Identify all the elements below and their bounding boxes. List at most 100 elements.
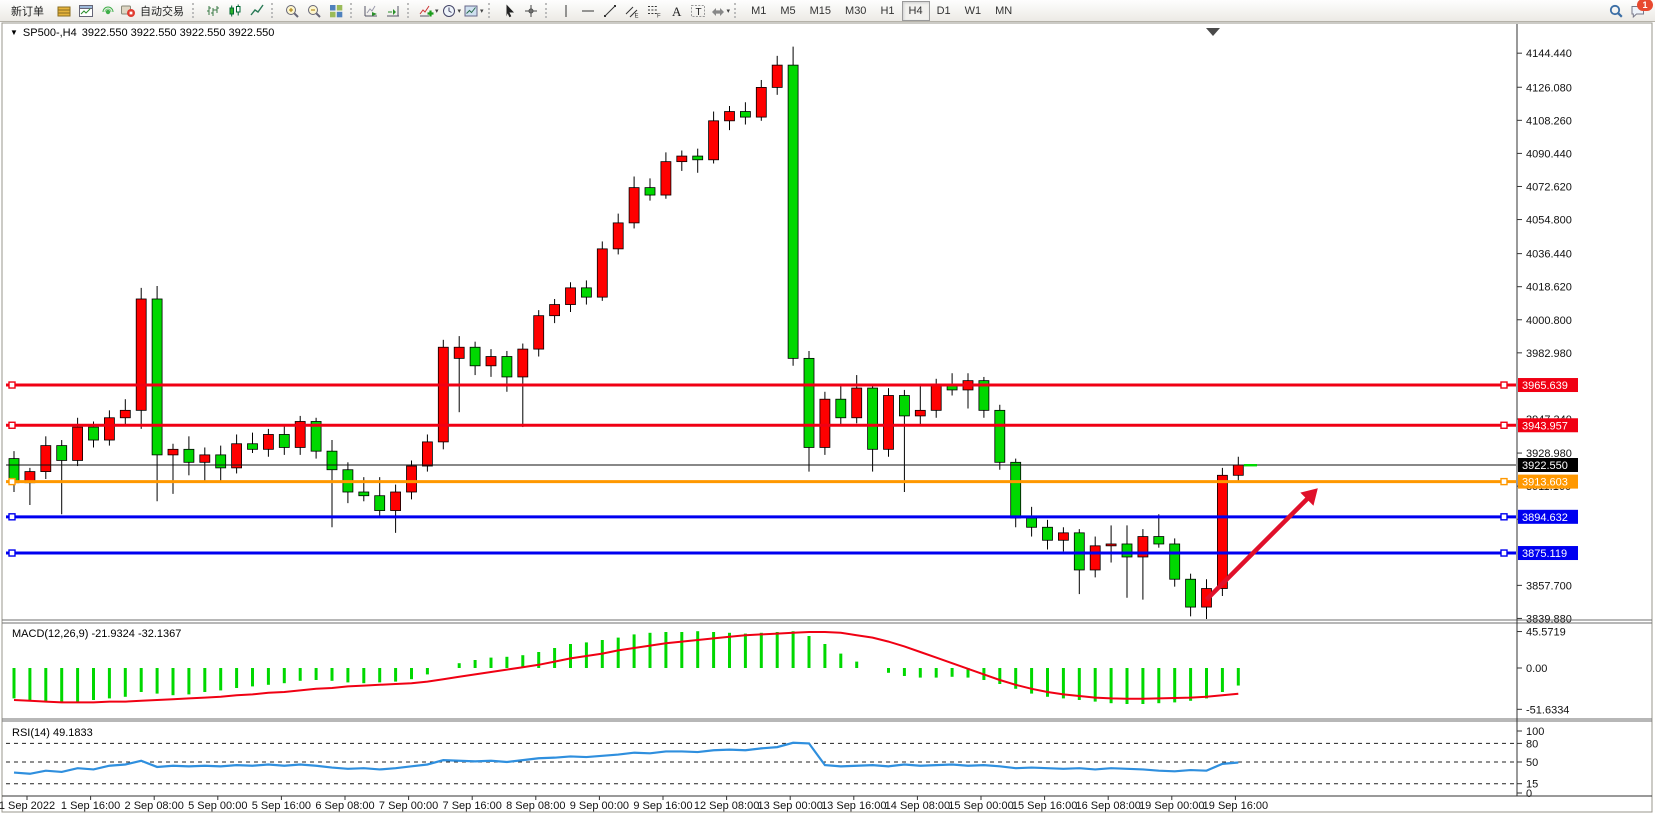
timeframe-button-m30[interactable]: M30 (838, 1, 873, 21)
search-icon[interactable] (1605, 1, 1627, 21)
timeframe-button-mn[interactable]: MN (988, 1, 1019, 21)
templates-icon (463, 3, 479, 19)
time-tick-label: 9 Sep 16:00 (633, 800, 692, 812)
zoom-out-icon[interactable] (303, 1, 325, 21)
text-label-icon[interactable]: T (687, 1, 709, 21)
toolbar-separator (545, 3, 552, 18)
periods-clock-icon[interactable]: ▾ (440, 1, 463, 21)
timeframe-button-h1[interactable]: H1 (873, 1, 901, 21)
price-tick-label: 4000.800 (1526, 315, 1572, 327)
current-tick-marker (1244, 464, 1257, 466)
rsi-scale-label: 80 (1526, 738, 1538, 750)
equidistant-channel-icon[interactable]: E (621, 1, 643, 21)
chart-shift-icon[interactable] (382, 1, 404, 21)
text-icon[interactable]: A (665, 1, 687, 21)
svg-text:A: A (672, 4, 682, 19)
signal-icon[interactable] (97, 1, 119, 21)
toolbar-separator (407, 3, 414, 18)
zoom-in-icon (284, 3, 300, 19)
auto-scroll-icon[interactable] (360, 1, 382, 21)
tile-windows-icon (328, 3, 344, 19)
timeframe-button-m1[interactable]: M1 (744, 1, 773, 21)
indicators-icon (418, 3, 434, 19)
candlestick-chart-icon[interactable] (224, 1, 246, 21)
chevron-down-icon[interactable]: ▾ (435, 7, 439, 15)
bar-chart-icon[interactable] (202, 1, 224, 21)
chart-canvas[interactable]: 4144.4404126.0804108.2604090.4404072.620… (0, 0, 1655, 822)
text-icon: A (668, 3, 684, 19)
resistance-line-2-handle[interactable] (1501, 422, 1507, 428)
cursor-icon[interactable] (498, 1, 520, 21)
indicators-icon[interactable]: ▾ (417, 1, 440, 21)
cursor-icon (501, 3, 517, 19)
support-line-1-handle[interactable] (1501, 514, 1507, 520)
chart-title: ▼ SP500-,H4 3922.550 3922.550 3922.550 3… (10, 27, 274, 39)
macd-scale-label: -51.6334 (1526, 704, 1569, 716)
ohlc-quote-label: 3922.550 3922.550 3922.550 3922.550 (82, 27, 275, 39)
arrows-icon[interactable]: ▾ (709, 1, 732, 21)
price-tick-label: 3839.880 (1526, 613, 1572, 625)
chevron-down-icon[interactable]: ▾ (458, 7, 462, 15)
timeframe-button-m5[interactable]: M5 (773, 1, 802, 21)
crosshair-icon[interactable] (520, 1, 542, 21)
horizontal-line-icon[interactable] (577, 1, 599, 21)
pivot-line-handle[interactable] (1501, 479, 1507, 485)
time-tick-label: 9 Sep 00:00 (570, 800, 629, 812)
trendline-icon[interactable] (599, 1, 621, 21)
resistance-line-1-handle[interactable] (1501, 382, 1507, 388)
signal-icon (100, 3, 116, 19)
support-line-2-handle[interactable] (1501, 550, 1507, 556)
resistance-line-1-price-tag-label: 3965.639 (1522, 380, 1568, 392)
timeframe-button-h4[interactable]: H4 (902, 1, 930, 21)
time-tick-label: 1 Sep 2022 (0, 800, 55, 812)
pivot-line-price-tag-label: 3913.603 (1522, 477, 1568, 489)
zoom-in-icon[interactable] (281, 1, 303, 21)
line-chart-icon[interactable] (246, 1, 268, 21)
fibonacci-icon[interactable]: F (643, 1, 665, 21)
notification-badge: 1 (1637, 0, 1653, 11)
resistance-line-1-handle[interactable] (9, 382, 15, 388)
price-tick-label: 3857.700 (1526, 580, 1572, 592)
price-tick-label: 4054.800 (1526, 215, 1572, 227)
vertical-line-icon[interactable] (555, 1, 577, 21)
bar-chart-icon (205, 3, 221, 19)
trendline-icon (602, 3, 618, 19)
time-tick-label: 13 Sep 16:00 (821, 800, 886, 812)
toolbar-separator (192, 3, 199, 18)
macd-scale-label: 45.5719 (1526, 627, 1566, 639)
rsi-scale-label: 100 (1526, 726, 1544, 738)
chevron-down-icon[interactable]: ▾ (480, 7, 484, 15)
mt4-application-window: { "toolbar": { "groups": [ [ {"n":"new-o… (0, 0, 1655, 822)
resistance-line-2-handle[interactable] (9, 422, 15, 428)
pivot-line-handle[interactable] (9, 479, 15, 485)
timeframe-button-m15[interactable]: M15 (803, 1, 838, 21)
svg-text:T: T (695, 7, 701, 18)
new-chart-icon[interactable] (75, 1, 97, 21)
autotrading-button (120, 3, 136, 19)
chart-shift-icon (385, 3, 401, 19)
macd-scale-label: 0.00 (1526, 663, 1547, 675)
time-tick-label: 1 Sep 16:00 (61, 800, 120, 812)
tile-windows-icon[interactable] (325, 1, 347, 21)
templates-icon[interactable]: ▾ (462, 1, 485, 21)
time-tick-label: 8 Sep 08:00 (506, 800, 565, 812)
time-tick-label: 7 Sep 00:00 (379, 800, 438, 812)
price-tick-label: 4090.440 (1526, 148, 1572, 160)
time-tick-label: 5 Sep 16:00 (252, 800, 311, 812)
line-chart-icon (249, 3, 265, 19)
support-line-2-handle[interactable] (9, 550, 15, 556)
time-tick-label: 15 Sep 16:00 (1012, 800, 1077, 812)
autotrading-button[interactable]: 自动交易 (119, 1, 189, 21)
chevron-down-icon[interactable]: ▾ (727, 7, 731, 15)
price-tick-label: 3982.980 (1526, 348, 1572, 360)
time-tick-label: 14 Sep 08:00 (885, 800, 950, 812)
timeframe-button-w1[interactable]: W1 (958, 1, 989, 21)
community-chat-icon[interactable]: 1 (1627, 1, 1649, 21)
symbol-dropdown-icon[interactable]: ▼ (10, 29, 18, 37)
gold-bars-icon[interactable] (53, 1, 75, 21)
resistance-line-2-price-tag-label: 3943.957 (1522, 420, 1568, 432)
support-line-1-handle[interactable] (9, 514, 15, 520)
new-chart-icon (78, 3, 94, 19)
new-order-button[interactable]: 新订单 (2, 1, 53, 21)
timeframe-button-d1[interactable]: D1 (930, 1, 958, 21)
